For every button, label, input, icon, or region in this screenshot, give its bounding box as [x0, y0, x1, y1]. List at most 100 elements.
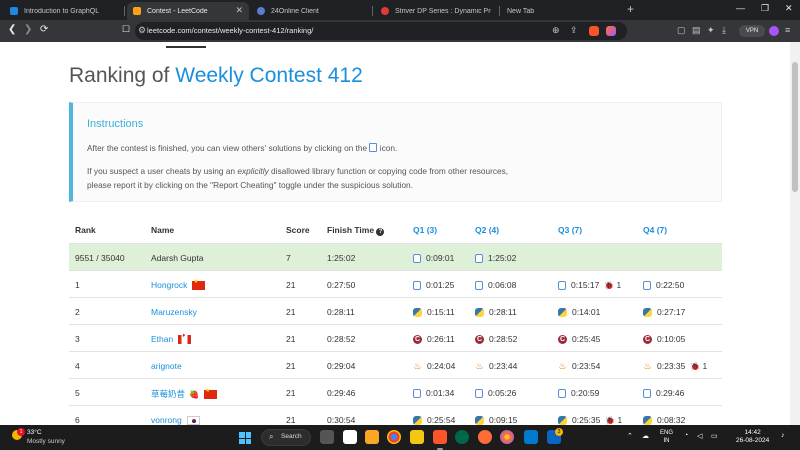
python-icon[interactable]: [643, 307, 652, 317]
brave-shield-icon[interactable]: [589, 26, 599, 36]
username-cell[interactable]: 草莓奶昔 🍓: [151, 387, 217, 400]
zoom-icon[interactable]: ⊕: [552, 25, 560, 36]
java-icon[interactable]: ♨: [558, 361, 567, 371]
solution-file-icon[interactable]: [475, 280, 483, 290]
browser-tab-leetcode[interactable]: Contest - LeetCode ✕: [127, 2, 249, 20]
q1-submission-cell[interactable]: 0:25:54: [413, 415, 455, 425]
download-icon[interactable]: ⤓: [722, 25, 726, 36]
username-cell-text[interactable]: Ethan: [151, 334, 173, 344]
brave-icon[interactable]: [433, 430, 447, 444]
header-q4[interactable]: Q4 (7): [643, 225, 667, 235]
maximize-button[interactable]: ❐: [761, 3, 769, 14]
notification-bell-icon[interactable]: ♪: [781, 432, 785, 439]
q3-submission-cell[interactable]: 0:20:59: [558, 388, 599, 398]
q4-submission-cell[interactable]: ♨ 0:23:35 🐞 1: [643, 361, 707, 371]
q2-submission-cell[interactable]: ♨ 0:23:44: [475, 361, 517, 371]
bookmark-icon[interactable]: ☐: [122, 24, 130, 35]
q4-submission-cell[interactable]: C 0:10:05: [643, 334, 685, 344]
q1-submission-cell[interactable]: 0:09:01: [413, 253, 454, 263]
solution-file-icon[interactable]: [475, 253, 483, 263]
cpp-icon[interactable]: C: [558, 334, 567, 344]
q2-submission-cell[interactable]: C 0:28:52: [475, 334, 517, 344]
profile-avatar[interactable]: [769, 26, 779, 36]
username-cell[interactable]: Maruzensky: [151, 307, 197, 317]
cloud-icon[interactable]: ☁: [642, 432, 649, 440]
task-view-icon[interactable]: [320, 430, 334, 444]
close-window-button[interactable]: ✕: [785, 3, 793, 14]
q1-submission-cell[interactable]: ♨ 0:24:04: [413, 361, 455, 371]
java-icon[interactable]: ♨: [413, 361, 422, 371]
java-icon[interactable]: ♨: [643, 361, 652, 371]
q1-submission-cell[interactable]: 0:01:25: [413, 280, 454, 290]
q3-submission-cell[interactable]: 0:15:17 🐞 1: [558, 280, 621, 290]
share-icon[interactable]: ⇪: [570, 25, 578, 36]
cpp-icon[interactable]: C: [475, 334, 484, 344]
python-icon[interactable]: [413, 307, 422, 317]
username-cell-text[interactable]: Hongrock: [151, 280, 187, 290]
site-info-icon[interactable]: ⚙: [138, 25, 146, 36]
solution-file-icon[interactable]: [475, 388, 483, 398]
q3-submission-cell[interactable]: ♨ 0:23:54: [558, 361, 600, 371]
header-q2[interactable]: Q2 (4): [475, 225, 499, 235]
browser-tab-newtab[interactable]: New Tab: [501, 2, 619, 20]
solution-file-icon[interactable]: [643, 280, 651, 290]
q2-submission-cell[interactable]: 0:06:08: [475, 280, 516, 290]
username-cell-text[interactable]: vonrong: [151, 415, 182, 425]
solution-file-icon[interactable]: [558, 388, 566, 398]
cpp-icon[interactable]: C: [643, 334, 652, 344]
vpn-button[interactable]: VPN: [739, 25, 765, 37]
tray-chevron-icon[interactable]: ⌃: [627, 432, 633, 440]
new-tab-button[interactable]: +: [627, 2, 634, 16]
username-cell[interactable]: Hongrock: [151, 278, 206, 290]
battery-icon[interactable]: ▭: [711, 432, 718, 440]
q2-submission-cell[interactable]: 1:25:02: [475, 253, 516, 263]
cpp-icon[interactable]: C: [413, 334, 422, 344]
q2-submission-cell[interactable]: 0:05:26: [475, 388, 516, 398]
python-icon[interactable]: [475, 307, 484, 317]
language-indicator[interactable]: ENG IN: [660, 429, 673, 445]
solution-file-icon[interactable]: [413, 388, 421, 398]
puzzle-icon[interactable]: ✦: [707, 25, 715, 36]
taskbar-clock[interactable]: 14:42 26-08-2024: [736, 429, 769, 445]
tab-close-icon[interactable]: ✕: [235, 5, 243, 16]
header-q3[interactable]: Q3 (7): [558, 225, 582, 235]
page-scrollbar[interactable]: [790, 42, 800, 425]
minimize-button[interactable]: —: [736, 3, 745, 13]
postman-icon[interactable]: [478, 430, 492, 444]
vscode-icon[interactable]: [524, 430, 538, 444]
help-icon[interactable]: ?: [376, 228, 385, 236]
forward-arrow-icon[interactable]: ❯: [24, 24, 32, 35]
mongodb-icon[interactable]: [455, 430, 469, 444]
q3-submission-cell[interactable]: 0:14:01: [558, 307, 600, 317]
solution-file-icon[interactable]: [558, 280, 566, 290]
header-q1[interactable]: Q1 (3): [413, 225, 437, 235]
volume-icon[interactable]: ◁: [697, 432, 702, 440]
q4-submission-cell[interactable]: 0:29:46: [643, 388, 684, 398]
firefox-icon[interactable]: [500, 430, 514, 444]
scrollbar-thumb[interactable]: [792, 62, 798, 192]
chrome-icon[interactable]: [387, 430, 401, 444]
url-text[interactable]: leetcode.com/contest/weekly-contest-412/…: [147, 26, 313, 35]
back-arrow-icon[interactable]: ❮: [8, 24, 16, 35]
python-icon[interactable]: [558, 307, 567, 317]
windows-start-icon[interactable]: [239, 432, 251, 444]
extensions-icon[interactable]: ▢: [677, 25, 686, 36]
python-icon[interactable]: [558, 415, 567, 425]
java-icon[interactable]: ♨: [475, 361, 484, 371]
reload-icon[interactable]: ⟳: [40, 24, 48, 35]
q1-submission-cell[interactable]: 0:01:34: [413, 388, 454, 398]
username-cell-text[interactable]: Maruzensky: [151, 307, 197, 317]
browser-tab-24online[interactable]: 24Online Client: [251, 2, 369, 20]
q4-submission-cell[interactable]: 0:22:50: [643, 280, 684, 290]
q1-submission-cell[interactable]: 0:15:11: [413, 307, 455, 317]
username-cell-text[interactable]: 草莓奶昔: [151, 388, 185, 400]
q3-submission-cell[interactable]: 0:25:35 🐞 1: [558, 415, 622, 425]
solution-file-icon[interactable]: [643, 388, 651, 398]
solution-file-icon[interactable]: [413, 280, 421, 290]
browser-tab-graphql[interactable]: Introduction to GraphQL: [4, 2, 122, 20]
q4-submission-cell[interactable]: 0:27:17: [643, 307, 685, 317]
username-cell-text[interactable]: arignote: [151, 361, 182, 371]
username-cell[interactable]: arignote: [151, 361, 182, 371]
solution-file-icon[interactable]: [413, 253, 421, 263]
python-icon[interactable]: [643, 415, 652, 425]
